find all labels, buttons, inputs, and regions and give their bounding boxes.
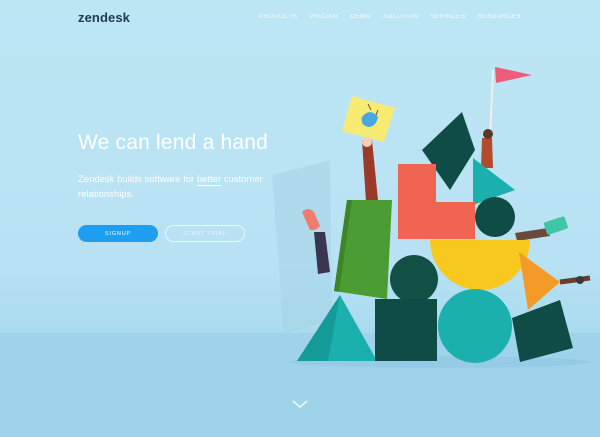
left-arm-sleeve (362, 140, 378, 202)
coral-l-block (398, 164, 475, 239)
block-sculpture-illustration (272, 67, 591, 368)
phone-arm (515, 228, 550, 241)
smartphone-icon (543, 216, 568, 235)
right-arm (481, 138, 493, 168)
chevron-down-icon[interactable] (292, 396, 308, 414)
microphone-icon (576, 276, 584, 284)
far-right-arm (559, 275, 591, 285)
dark-tilted-cube-block (512, 300, 573, 362)
card-with-drawing (342, 96, 395, 142)
page: zendesk PRODUCTS PRICING DEMO SOLUTION S… (0, 0, 600, 437)
flag-icon (495, 67, 532, 83)
teal-cylinder-block (438, 289, 512, 363)
dark-circle-block (475, 197, 515, 237)
right-hand (483, 129, 493, 139)
left-hand (362, 137, 372, 147)
yellow-half-circle-block (430, 240, 530, 290)
dark-cube-block (375, 299, 437, 361)
dark-small-circle-block (390, 255, 438, 303)
flag-pole (489, 69, 494, 141)
orange-triangle-block (519, 252, 560, 310)
